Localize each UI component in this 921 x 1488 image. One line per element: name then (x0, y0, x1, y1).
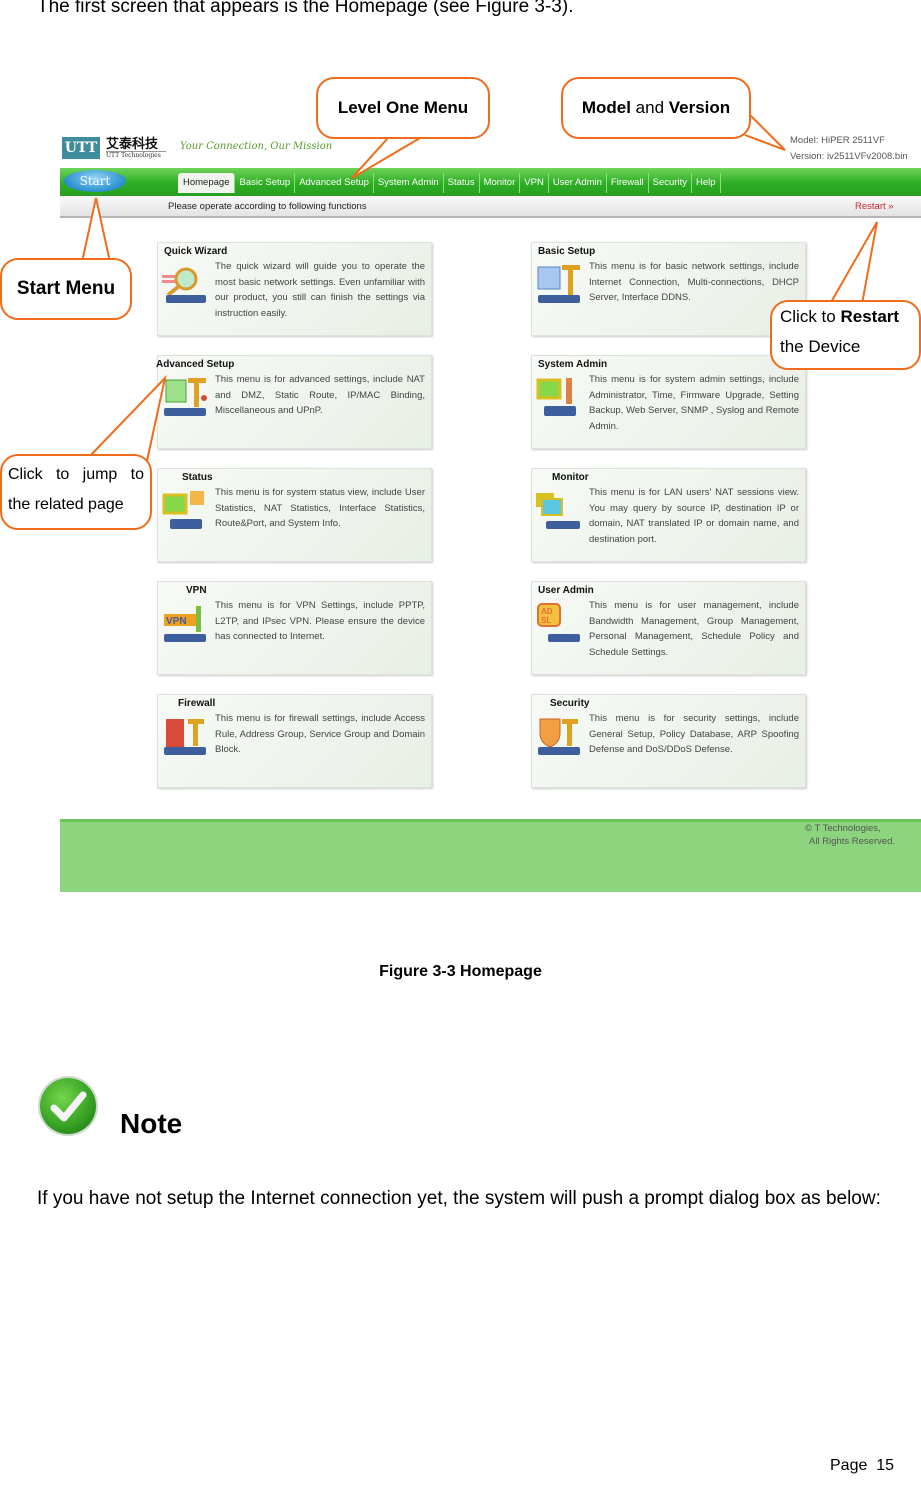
callout-text: Start Menu (16, 278, 116, 299)
callout-text: Click to jump to the related page (8, 466, 144, 513)
figure-caption: Figure 3-3 Homepage (379, 963, 542, 980)
callout-restart: Click to Restart the Device (770, 300, 921, 370)
checkmark-icon (40, 1078, 96, 1134)
callout-text-and: and (630, 98, 669, 117)
callout-jump: Click to jump to the related page (0, 454, 152, 530)
callout-bold-version: Version (668, 98, 731, 117)
callout-text-line-1: Click to Restart (780, 302, 911, 332)
pointer-restart (829, 221, 878, 305)
callout-text: Level One Menu (337, 98, 469, 117)
note-heading: Note (120, 1108, 183, 1139)
callout-text-pre: Click to (780, 307, 841, 326)
callout-bold-model: Model (581, 98, 631, 117)
callout-text: Model and Version (582, 98, 730, 118)
callout-bold-restart: Restart (840, 307, 900, 326)
pointer-start-menu (81, 197, 111, 263)
pointer-level-one-menu (351, 137, 421, 179)
note-text: If you have not setup the Internet conne… (37, 1188, 881, 1209)
page-number: Page 15 (830, 1457, 895, 1474)
callout-model-version: Model and Version (561, 77, 751, 139)
callout-text-line-2: the Device (780, 337, 861, 356)
callout-level-one-menu: Level One Menu (316, 77, 490, 139)
callout-start-menu: Start Menu (0, 258, 132, 320)
